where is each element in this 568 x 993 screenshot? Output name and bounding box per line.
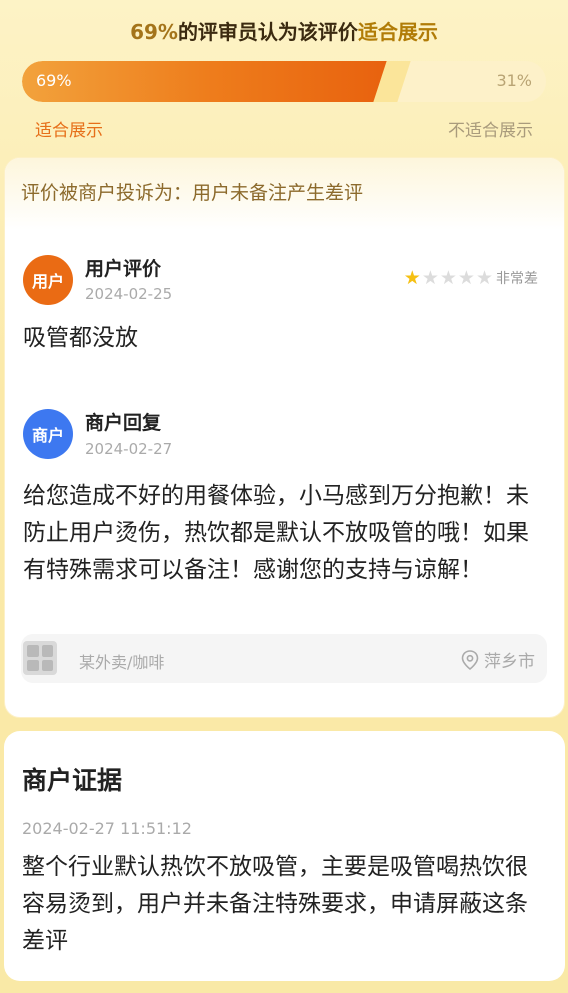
merchant-evidence-card: 商户证据 2024-02-27 11:51:12 整个行业默认热饮不放吸管，主要… (4, 731, 565, 981)
location-pin-icon (461, 649, 479, 670)
shop-name: 某外卖/咖啡 (79, 653, 165, 672)
suitable-pct: 69% (36, 71, 72, 90)
unsuitable-label: 不适合展示 (448, 121, 533, 141)
star-filled-icon: ★ (403, 266, 421, 289)
merchant-reply-text: 给您造成不好的用餐体验，小马感到万分抱歉！未防止用户烫伤，热饮都是默认不放吸管的… (23, 483, 529, 583)
complaint-reason: 评价被商户投诉为：用户未备注产生差评 (5, 158, 564, 230)
user-review-text: 吸管都没放 (23, 325, 138, 351)
vote-summary-title: 69%的评审员认为该评价适合展示 (0, 16, 568, 45)
shop-info-row[interactable]: 某外卖/咖啡 萍乡市 (21, 634, 547, 683)
star-empty-icon: ★ (421, 266, 439, 289)
evidence-time: 2024-02-27 11:51:12 (22, 819, 192, 838)
rating-label: 非常差 (496, 271, 538, 287)
star-empty-icon: ★ (457, 266, 475, 289)
user-avatar: 用户 (23, 255, 73, 305)
review-card: 评价被商户投诉为：用户未备注产生差评 用户 用户评价 2024-02-25 ★ ★… (4, 157, 565, 718)
vote-summary-pct: 69% (130, 20, 178, 44)
shop-thumbnail-icon (23, 641, 57, 675)
merchant-reply-date: 2024-02-27 (85, 440, 173, 458)
star-empty-icon: ★ (439, 266, 457, 289)
shop-location: 萍乡市 (461, 647, 535, 672)
vote-summary-end: 适合展示 (357, 20, 438, 44)
star-empty-icon: ★ (475, 266, 493, 289)
user-review-name: 用户评价 (85, 258, 162, 280)
merchant-reply-name: 商户回复 (85, 412, 162, 434)
vote-progress-bar: 69% 31% (22, 61, 546, 102)
merchant-avatar: 商户 (23, 409, 73, 459)
suitable-label: 适合展示 (35, 121, 103, 141)
evidence-text: 整个行业默认热饮不放吸管，主要是吸管喝热饮很容易烫到，用户并未备注特殊要求，申请… (22, 854, 528, 954)
vote-progress-fill (22, 61, 392, 102)
star-rating: ★ ★ ★ ★ ★ 非常差 (404, 268, 538, 288)
user-review-date: 2024-02-25 (85, 285, 173, 303)
evidence-title: 商户证据 (22, 766, 123, 795)
unsuitable-pct: 31% (496, 71, 532, 90)
location-text: 萍乡市 (484, 652, 535, 672)
vote-summary-mid: 的评审员认为该评价 (177, 20, 358, 44)
